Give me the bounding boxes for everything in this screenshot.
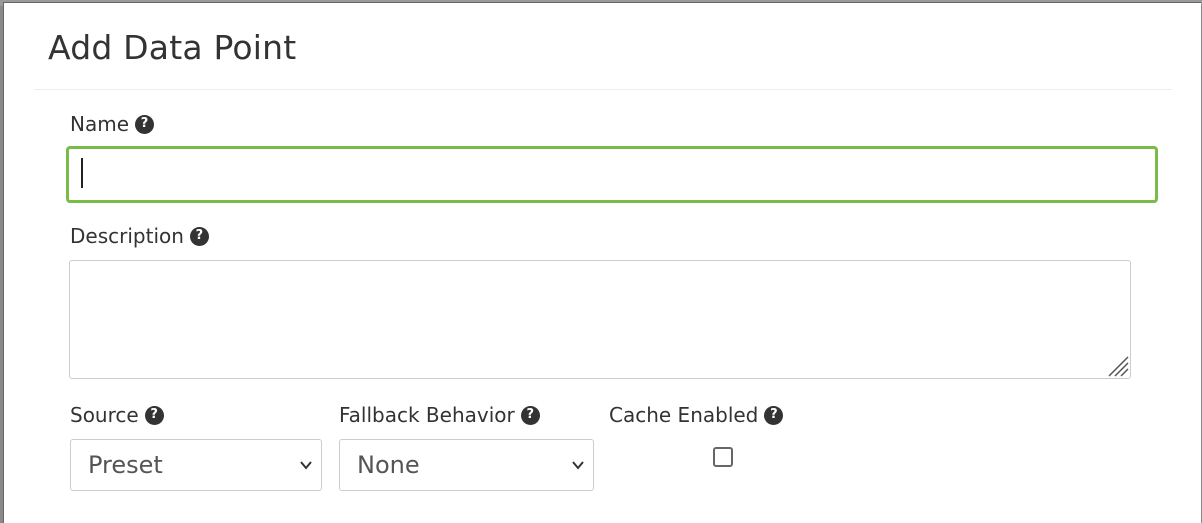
description-textarea[interactable] bbox=[69, 260, 1131, 379]
text-caret bbox=[81, 158, 83, 188]
resize-grip-icon[interactable] bbox=[1107, 355, 1129, 377]
name-label: Name ? bbox=[70, 112, 155, 136]
fallback-behavior-label: Fallback Behavior ? bbox=[339, 403, 540, 427]
question-circle-icon[interactable]: ? bbox=[135, 114, 155, 134]
question-circle-icon[interactable]: ? bbox=[764, 405, 784, 425]
chevron-down-icon bbox=[300, 461, 312, 470]
name-label-text: Name bbox=[70, 112, 130, 136]
question-circle-icon[interactable]: ? bbox=[144, 405, 164, 425]
cache-enabled-checkbox[interactable] bbox=[713, 447, 733, 467]
chevron-down-icon bbox=[572, 461, 584, 470]
fallback-behavior-select[interactable]: None bbox=[339, 439, 594, 491]
cache-enabled-label-text: Cache Enabled bbox=[609, 403, 759, 427]
source-label-text: Source bbox=[70, 403, 139, 427]
description-label: Description ? bbox=[70, 224, 209, 248]
source-select-value: Preset bbox=[88, 451, 163, 479]
description-label-text: Description bbox=[70, 224, 184, 248]
source-select[interactable]: Preset bbox=[70, 439, 322, 491]
source-label: Source ? bbox=[70, 403, 164, 427]
question-circle-icon[interactable]: ? bbox=[189, 226, 209, 246]
name-input[interactable] bbox=[66, 146, 1158, 203]
fallback-behavior-label-text: Fallback Behavior bbox=[339, 403, 515, 427]
modal-header: Add Data Point bbox=[34, 3, 1172, 90]
fallback-behavior-select-value: None bbox=[357, 451, 420, 479]
cache-enabled-label: Cache Enabled ? bbox=[609, 403, 784, 427]
modal-title: Add Data Point bbox=[48, 28, 297, 67]
question-circle-icon[interactable]: ? bbox=[520, 405, 540, 425]
